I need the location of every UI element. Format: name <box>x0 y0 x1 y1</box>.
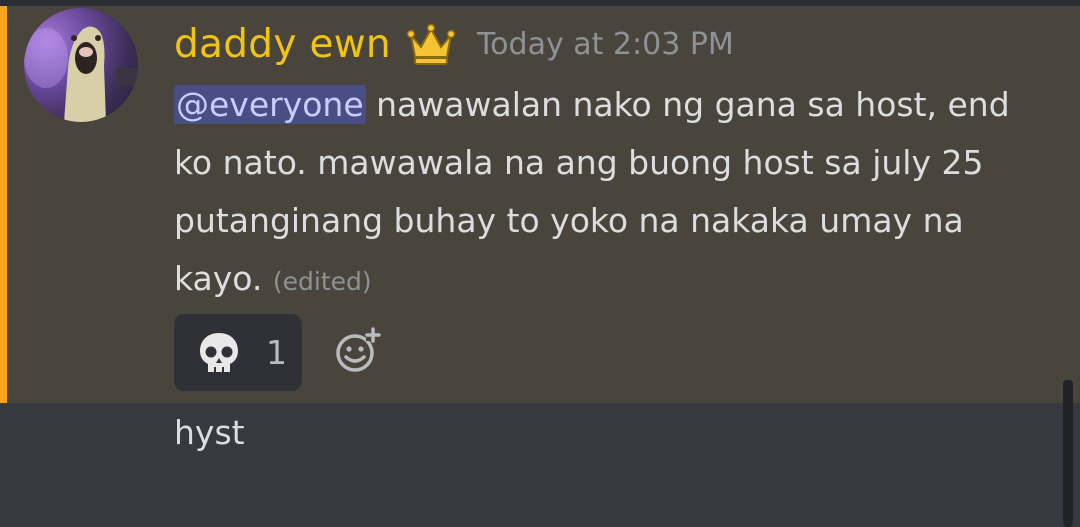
message-header: daddy ewn Today at 2:03 PM <box>174 14 734 74</box>
scrollbar[interactable] <box>1063 380 1073 527</box>
edited-label: (edited) <box>272 267 372 296</box>
mention-indicator-bar <box>0 6 7 403</box>
reaction-count: 1 <box>266 333 287 372</box>
avatar[interactable] <box>24 8 138 122</box>
timestamp: Today at 2:03 PM <box>476 26 734 62</box>
add-reaction-icon[interactable] <box>332 326 382 376</box>
next-message-text: hyst <box>174 413 245 452</box>
crown-icon <box>405 21 457 67</box>
skull-icon <box>196 330 242 376</box>
avatar-image <box>24 26 138 122</box>
author-name[interactable]: daddy ewn <box>174 22 391 67</box>
message-content: @everyone nawawalan nako ng gana sa host… <box>174 76 1054 311</box>
reaction-skull[interactable]: 1 <box>174 314 302 391</box>
everyone-mention[interactable]: @everyone <box>174 85 366 124</box>
